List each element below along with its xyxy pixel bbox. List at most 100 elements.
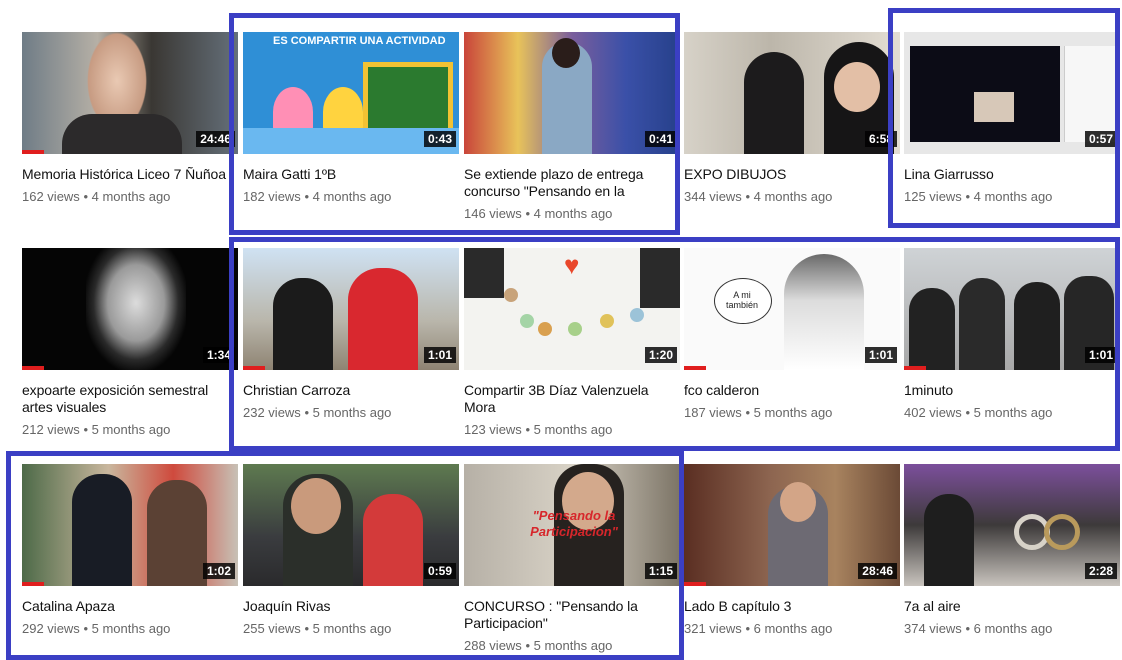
view-count: 255 views — [243, 621, 301, 636]
video-meta: 402 views • 5 months ago — [904, 405, 1120, 421]
video-card[interactable]: A mi también 1:01 fco calderon 187 views… — [684, 248, 900, 421]
video-thumbnail[interactable]: 0:59 — [243, 464, 459, 586]
thumbnail-caption: "Pensando la Participacion" — [530, 508, 618, 539]
view-count: 146 views — [464, 206, 522, 221]
video-meta: 123 views • 5 months ago — [464, 422, 680, 438]
video-card[interactable]: 1:01 1minuto 402 views • 5 months ago — [904, 248, 1120, 421]
upload-age: 6 months ago — [973, 621, 1053, 636]
upload-age: 5 months ago — [753, 405, 833, 420]
video-title[interactable]: Memoria Histórica Liceo 7 Ñuñoa — [22, 166, 238, 183]
video-thumbnail[interactable]: 28:46 — [684, 464, 900, 586]
video-thumbnail[interactable]: ♥ 1:20 — [464, 248, 680, 370]
separator: • — [965, 405, 970, 420]
video-meta: 162 views • 4 months ago — [22, 189, 238, 205]
video-title[interactable]: Se extiende plazo de entrega concurso "P… — [464, 166, 680, 200]
video-title[interactable]: Christian Carroza — [243, 382, 459, 399]
video-meta: 182 views • 4 months ago — [243, 189, 459, 205]
video-card[interactable]: 28:46 Lado B capítulo 3 321 views • 6 mo… — [684, 464, 900, 637]
video-card[interactable]: "Pensando la Participacion" 1:15 CONCURS… — [464, 464, 680, 654]
upload-age: 5 months ago — [533, 422, 613, 437]
view-count: 321 views — [684, 621, 742, 636]
video-title[interactable]: CONCURSO : "Pensando la Participacion" — [464, 598, 680, 632]
separator: • — [525, 638, 530, 653]
duration-badge: 1:15 — [644, 563, 677, 579]
separator: • — [525, 206, 530, 221]
video-card[interactable]: 0:59 Joaquín Rivas 255 views • 5 months … — [243, 464, 459, 637]
video-title[interactable]: EXPO DIBUJOS — [684, 166, 900, 183]
video-meta: 344 views • 4 months ago — [684, 189, 900, 205]
video-card[interactable]: 6:58 EXPO DIBUJOS 344 views • 4 months a… — [684, 32, 900, 205]
video-thumbnail[interactable]: 6:58 — [684, 32, 900, 154]
view-count: 212 views — [22, 422, 80, 437]
upload-age: 5 months ago — [533, 638, 613, 653]
video-thumbnail[interactable]: "Pensando la Participacion" 1:15 — [464, 464, 680, 586]
video-card[interactable]: 0:57 Lina Giarrusso 125 views • 4 months… — [904, 32, 1120, 205]
video-meta: 321 views • 6 months ago — [684, 621, 900, 637]
video-thumbnail[interactable]: 24:46 — [22, 32, 238, 154]
video-thumbnail[interactable]: 1:01 — [243, 248, 459, 370]
separator: • — [304, 405, 309, 420]
video-title[interactable]: Catalina Apaza — [22, 598, 238, 615]
video-card[interactable]: 1:02 Catalina Apaza 292 views • 5 months… — [22, 464, 238, 637]
separator: • — [965, 621, 970, 636]
upload-age: 4 months ago — [533, 206, 613, 221]
video-title[interactable]: fco calderon — [684, 382, 900, 399]
video-title[interactable]: Maira Gatti 1ºB — [243, 166, 459, 183]
video-card[interactable]: 1:01 Christian Carroza 232 views • 5 mon… — [243, 248, 459, 421]
video-thumbnail[interactable]: ES COMPARTIR UNA ACTIVIDAD 0:43 — [243, 32, 459, 154]
view-count: 402 views — [904, 405, 962, 420]
separator: • — [83, 621, 88, 636]
video-thumbnail[interactable]: 0:41 — [464, 32, 680, 154]
video-thumbnail[interactable]: 0:57 — [904, 32, 1120, 154]
upload-age: 5 months ago — [91, 422, 171, 437]
duration-badge: 1:34 — [202, 347, 235, 363]
video-title[interactable]: Lina Giarrusso — [904, 166, 1120, 183]
upload-age: 4 months ago — [973, 189, 1053, 204]
duration-badge: 1:01 — [864, 347, 897, 363]
upload-age: 4 months ago — [312, 189, 392, 204]
view-count: 288 views — [464, 638, 522, 653]
video-title[interactable]: 1minuto — [904, 382, 1120, 399]
video-card[interactable]: 1:34 expoarte exposición semestral artes… — [22, 248, 238, 438]
duration-badge: 1:20 — [644, 347, 677, 363]
video-title[interactable]: Lado B capítulo 3 — [684, 598, 900, 615]
video-card[interactable]: ES COMPARTIR UNA ACTIVIDAD 0:43 Maira Ga… — [243, 32, 459, 205]
video-card[interactable]: 2:28 7a al aire 374 views • 6 months ago — [904, 464, 1120, 637]
upload-age: 4 months ago — [753, 189, 833, 204]
watch-progress-bar — [243, 366, 265, 370]
upload-age: 6 months ago — [753, 621, 833, 636]
video-card[interactable]: ♥ 1:20 Compartir 3B Díaz Valenzuela Mora… — [464, 248, 680, 438]
duration-badge: 0:41 — [644, 131, 677, 147]
video-title[interactable]: 7a al aire — [904, 598, 1120, 615]
upload-age: 5 months ago — [91, 621, 171, 636]
video-thumbnail[interactable]: A mi también 1:01 — [684, 248, 900, 370]
separator: • — [745, 621, 750, 636]
separator: • — [304, 621, 309, 636]
duration-badge: 6:58 — [864, 131, 897, 147]
video-thumbnail[interactable]: 2:28 — [904, 464, 1120, 586]
duration-badge: 0:43 — [423, 131, 456, 147]
separator: • — [83, 189, 88, 204]
video-thumbnail[interactable]: 1:01 — [904, 248, 1120, 370]
video-thumbnail[interactable]: 1:02 — [22, 464, 238, 586]
separator: • — [745, 405, 750, 420]
duration-badge: 1:02 — [202, 563, 235, 579]
separator: • — [304, 189, 309, 204]
video-thumbnail[interactable]: 1:34 — [22, 248, 238, 370]
video-meta: 187 views • 5 months ago — [684, 405, 900, 421]
video-title[interactable]: expoarte exposición semestral artes visu… — [22, 382, 238, 416]
separator: • — [83, 422, 88, 437]
separator: • — [965, 189, 970, 204]
video-card[interactable]: 0:41 Se extiende plazo de entrega concur… — [464, 32, 680, 222]
video-title[interactable]: Joaquín Rivas — [243, 598, 459, 615]
view-count: 182 views — [243, 189, 301, 204]
video-card[interactable]: 24:46 Memoria Histórica Liceo 7 Ñuñoa 16… — [22, 32, 238, 205]
duration-badge: 24:46 — [196, 131, 235, 147]
watch-progress-bar — [684, 366, 706, 370]
speech-bubble-text: A mi también — [725, 290, 759, 310]
video-title[interactable]: Compartir 3B Díaz Valenzuela Mora — [464, 382, 680, 416]
view-count: 344 views — [684, 189, 742, 204]
separator: • — [525, 422, 530, 437]
view-count: 187 views — [684, 405, 742, 420]
watch-progress-bar — [684, 582, 706, 586]
